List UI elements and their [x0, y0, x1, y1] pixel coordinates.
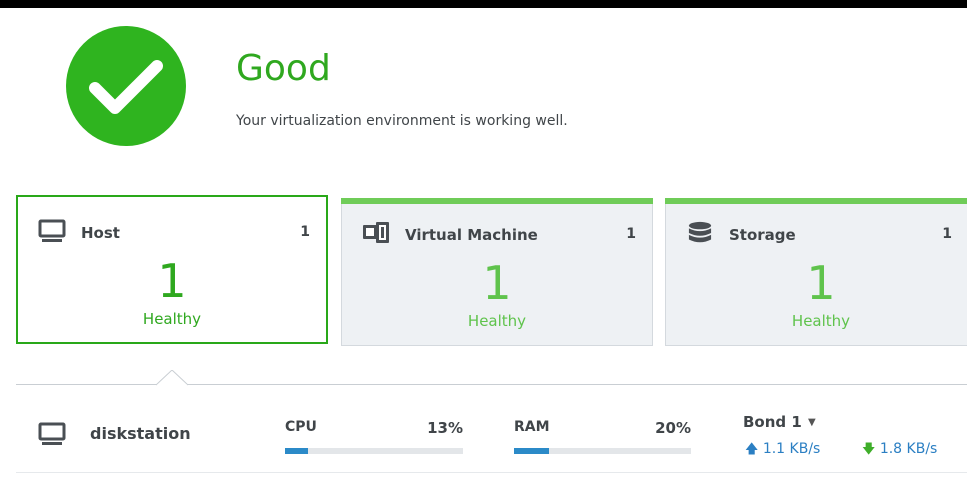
- card-vm-count: 1: [626, 226, 636, 242]
- ram-label: RAM: [514, 419, 550, 435]
- virtual-machine-icon: [363, 222, 389, 243]
- checkmark-icon: [89, 60, 163, 114]
- card-host[interactable]: Host 1 1 Healthy: [16, 195, 328, 344]
- chevron-down-icon[interactable]: ▼: [808, 417, 816, 428]
- card-storage-label: Storage: [729, 226, 796, 244]
- upload-rate-value: 1.1 KB/s: [762, 441, 821, 457]
- ram-usage-fill: [514, 448, 550, 454]
- ram-usage-bar: [514, 448, 691, 454]
- download-rate-value: 1.8 KB/s: [879, 441, 938, 457]
- card-vm-label: Virtual Machine: [405, 226, 538, 244]
- card-storage-healthy-count: 1: [806, 256, 836, 310]
- status-title: Good: [236, 48, 331, 89]
- card-vm-healthy-count: 1: [482, 256, 512, 310]
- row-divider: [16, 472, 967, 473]
- arrow-up-icon: 🡅: [745, 442, 759, 457]
- selection-notch: [156, 370, 188, 386]
- card-vm-health: Healthy: [467, 312, 527, 330]
- host-name: diskstation: [90, 424, 191, 443]
- ram-value: 20%: [655, 419, 691, 437]
- card-storage-count: 1: [942, 226, 952, 242]
- upload-rate: 🡅 1.1 KB/s: [745, 440, 820, 462]
- cpu-usage-fill: [285, 448, 309, 454]
- database-icon: [688, 221, 712, 243]
- cpu-usage-bar: [285, 448, 463, 454]
- card-host-health: Healthy: [142, 310, 202, 328]
- cpu-label: CPU: [285, 419, 317, 435]
- arrow-down-icon: 🡇: [862, 442, 876, 457]
- card-host-label: Host: [81, 224, 120, 242]
- card-storage-health: Healthy: [791, 312, 851, 330]
- status-good-indicator: [66, 26, 186, 146]
- status-description: Your virtualization environment is worki…: [236, 113, 568, 129]
- card-storage[interactable]: Storage 1 1 Healthy: [665, 198, 967, 346]
- host-row-diskstation[interactable]: diskstation CPU 13% RAM 20% Bond 1 ▼ 🡅 1…: [0, 398, 967, 473]
- bond-selector-label[interactable]: Bond 1: [743, 413, 802, 431]
- virtualization-overview: Good Your virtualization environment is …: [0, 8, 967, 503]
- card-virtual-machine[interactable]: Virtual Machine 1 1 Healthy: [341, 198, 653, 346]
- card-host-healthy-count: 1: [157, 254, 187, 308]
- monitor-icon: [38, 422, 66, 445]
- card-host-count: 1: [300, 224, 310, 240]
- cpu-value: 13%: [427, 419, 463, 437]
- download-rate: 🡇 1.8 KB/s: [862, 440, 937, 462]
- monitor-icon: [38, 219, 66, 242]
